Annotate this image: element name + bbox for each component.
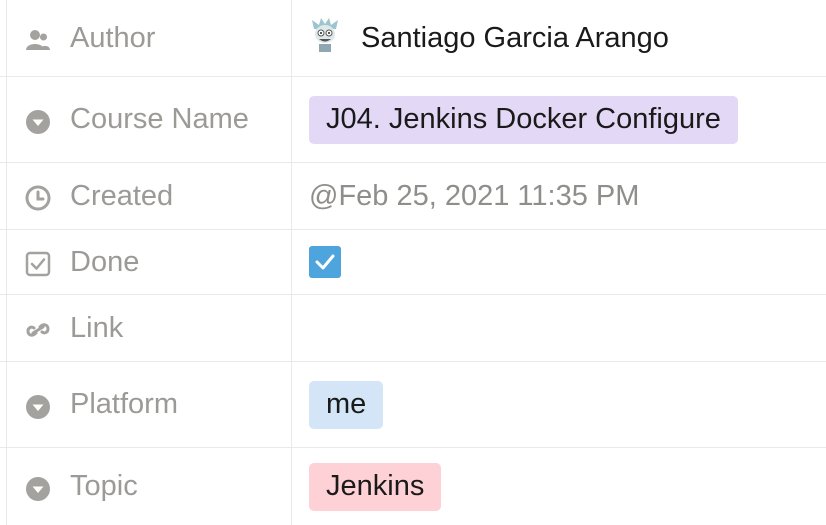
table-left-border [6,0,7,525]
property-label-text: Course Name [70,103,249,135]
property-label-topic[interactable]: Topic [0,448,292,525]
property-label-text: Platform [70,388,178,420]
created-date: @Feb 25, 2021 11:35 PM [309,179,640,212]
property-row-link: Link [0,295,826,362]
property-row-done: Done [0,230,826,295]
property-value-platform[interactable]: me [292,362,826,447]
property-label-created[interactable]: Created [0,163,292,229]
properties-table: Author Santiago Garcia Arango Course Nam… [0,0,826,525]
property-label-link[interactable]: Link [0,295,292,361]
property-label-course-name[interactable]: Course Name [0,77,292,162]
property-value-done [292,230,826,294]
property-row-platform: Platform me [0,362,826,448]
author-name: Santiago Garcia Arango [361,21,669,54]
property-value-course-name[interactable]: J04. Jenkins Docker Configure [292,77,826,162]
platform-tag: me [309,380,384,429]
property-value-created[interactable]: @Feb 25, 2021 11:35 PM [292,163,826,229]
select-icon [22,106,54,138]
property-label-text: Done [70,245,140,278]
property-label-author[interactable]: Author [0,0,292,76]
checkbox-icon [22,248,54,280]
avatar [309,16,341,54]
property-label-text: Author [70,21,156,54]
property-row-created: Created @Feb 25, 2021 11:35 PM [0,163,826,230]
property-label-done[interactable]: Done [0,230,292,294]
property-value-author[interactable]: Santiago Garcia Arango [292,0,826,76]
select-icon [22,473,54,505]
clock-icon [22,182,54,214]
topic-tag: Jenkins [309,462,442,511]
property-label-text: Created [70,179,174,212]
property-label-text: Link [70,311,124,344]
property-label-platform[interactable]: Platform [0,362,292,447]
property-row-course-name: Course Name J04. Jenkins Docker Configur… [0,77,826,163]
course-name-tag: J04. Jenkins Docker Configure [309,95,738,144]
done-checkbox[interactable] [309,246,341,278]
checkmark-icon [315,254,335,270]
person-icon [22,24,54,56]
property-label-text: Topic [70,470,138,502]
property-row-author: Author Santiago Garcia Arango [0,0,826,77]
property-value-topic[interactable]: Jenkins [292,448,826,525]
property-value-link[interactable] [292,295,826,361]
property-row-topic: Topic Jenkins [0,448,826,525]
link-icon [22,314,54,346]
select-icon [22,391,54,423]
